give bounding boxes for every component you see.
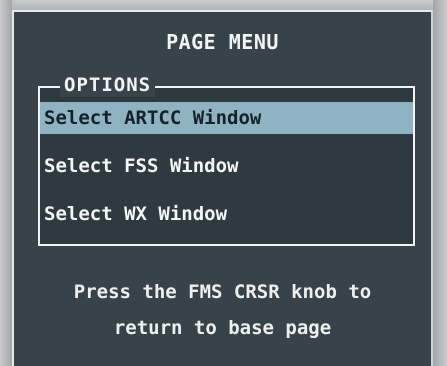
page-menu-title: PAGE MENU	[166, 30, 279, 54]
menu-item-select-fss-window[interactable]: Select FSS Window	[40, 150, 413, 182]
options-group: OPTIONS Select ARTCC Window Select FSS W…	[38, 73, 415, 246]
instruction-line-2: return to base page	[113, 317, 332, 339]
menu-item-select-wx-window[interactable]: Select WX Window	[40, 198, 413, 230]
menu-item-select-artcc-window[interactable]: Select ARTCC Window	[40, 102, 413, 134]
page-menu-window: PAGE MENU OPTIONS Select ARTCC Window Se…	[12, 10, 433, 366]
display-bezel-right	[433, 0, 447, 366]
instruction-text: Press the FMS CRSR knob to return to bas…	[14, 274, 431, 346]
instruction-line-1: Press the FMS CRSR knob to	[73, 281, 372, 303]
options-label: OPTIONS	[60, 73, 156, 97]
display-bezel-left	[0, 0, 12, 366]
